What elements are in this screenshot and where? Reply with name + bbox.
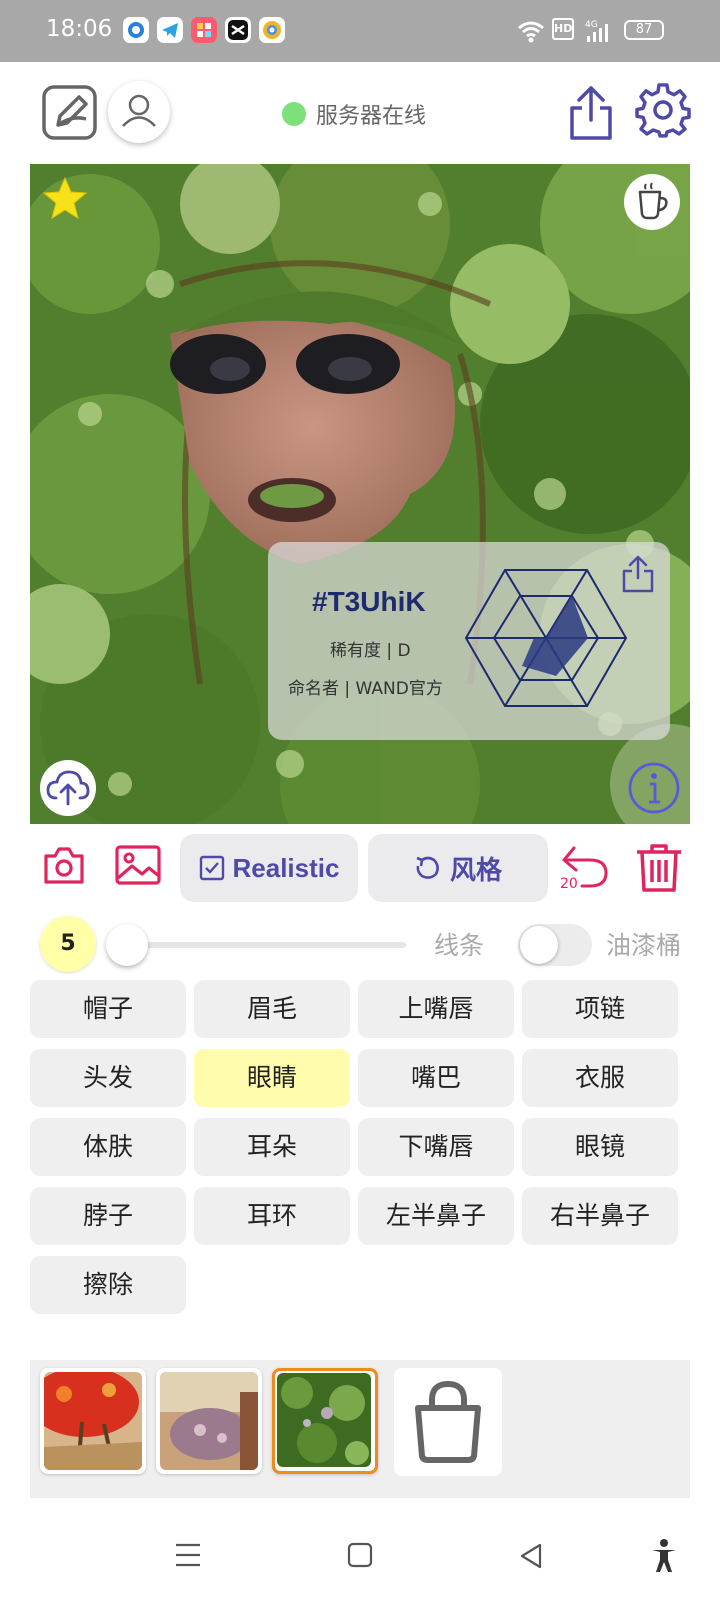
lines-label: 线条 [434, 931, 485, 960]
coffee-cup-button[interactable] [624, 174, 680, 230]
upload-button[interactable] [40, 760, 96, 816]
trash-icon[interactable] [634, 842, 684, 898]
action-row: Realistic 风格 20 [0, 832, 720, 904]
artwork-gallery [30, 1360, 690, 1498]
part-button-15[interactable]: 右半鼻子 [522, 1187, 678, 1245]
part-button-8[interactable]: 体肤 [30, 1118, 186, 1176]
undo-count: 20 [560, 876, 578, 892]
status-bar: 18:06 HD 4G 87 [0, 0, 720, 62]
gallery-image-icon[interactable] [114, 844, 162, 890]
part-button-4[interactable]: 头发 [30, 1049, 186, 1107]
part-button-11[interactable]: 眼镜 [522, 1118, 678, 1176]
user-icon [122, 94, 156, 127]
share-button[interactable] [566, 84, 616, 142]
svg-text:4G: 4G [585, 20, 598, 30]
part-button-9[interactable]: 耳朵 [194, 1118, 350, 1176]
battery-icon: 87 [624, 20, 664, 40]
part-button-12[interactable]: 脖子 [30, 1187, 186, 1245]
edit-icon[interactable] [42, 85, 97, 140]
hd-icon: HD [552, 18, 574, 40]
info-icon [628, 762, 680, 814]
server-status-dot [282, 102, 306, 126]
accessibility-icon[interactable] [650, 1538, 678, 1578]
telegram-icon [157, 17, 183, 43]
style-label: 风格 [449, 855, 502, 886]
checkbox-icon [199, 855, 224, 881]
info-button[interactable] [626, 760, 682, 816]
radar-chart-icon [464, 566, 628, 714]
part-button-2[interactable]: 上嘴唇 [358, 980, 514, 1038]
user-profile-button[interactable] [108, 81, 170, 143]
part-button-10[interactable]: 下嘴唇 [358, 1118, 514, 1176]
top-toolbar: 服务器在线 [0, 62, 720, 162]
green-forest-thumbnail[interactable] [272, 1368, 378, 1474]
paint-bucket-toggle[interactable] [518, 924, 592, 966]
rotate-icon [416, 856, 439, 879]
toggle-knob [520, 926, 558, 964]
favorite-star-icon[interactable] [42, 176, 88, 224]
artwork-namer: 命名者 | WAND官方 [288, 679, 443, 699]
server-status-text: 服务器在线 [316, 104, 427, 129]
style-button[interactable]: 风格 [368, 834, 548, 902]
shop-button[interactable] [394, 1368, 502, 1476]
artwork-rarity: 稀有度 | D [330, 641, 411, 661]
artwork-info-card[interactable]: #T3UhiK 稀有度 | D 命名者 | WAND官方 [268, 542, 670, 740]
shopping-bag-icon [415, 1380, 481, 1463]
brush-size-slider[interactable] [126, 942, 406, 948]
signal-icon: 4G [583, 18, 613, 50]
textured-face-thumbnail[interactable] [156, 1368, 262, 1474]
part-button-16[interactable]: 擦除 [30, 1256, 186, 1314]
brush-size-slider-thumb[interactable] [106, 924, 148, 966]
part-button-7[interactable]: 衣服 [522, 1049, 678, 1107]
server-status: 服务器在线 [282, 98, 426, 130]
red-tree-thumbnail[interactable] [40, 1368, 146, 1474]
gear-icon [635, 83, 691, 138]
settings-button[interactable] [635, 82, 691, 138]
browser-app-icon [123, 17, 149, 43]
capcut-icon [225, 17, 251, 43]
coffee-cup-icon [638, 182, 668, 220]
artwork-id: #T3UhiK [312, 586, 426, 617]
back-triangle-icon[interactable] [518, 1542, 544, 1574]
cloud-upload-icon [46, 770, 90, 806]
drawing-canvas[interactable]: #T3UhiK 稀有度 | D 命名者 | WAND官方 [30, 164, 690, 824]
menu-icon[interactable] [174, 1542, 202, 1572]
part-button-6[interactable]: 嘴巴 [358, 1049, 514, 1107]
home-square-icon[interactable] [347, 1542, 373, 1572]
photo-app-icon [191, 17, 217, 43]
chrome-like-icon [259, 17, 285, 43]
part-button-0[interactable]: 帽子 [30, 980, 186, 1038]
camera-icon[interactable] [42, 844, 86, 890]
brush-size-indicator: 5 [40, 916, 96, 972]
wifi-icon [516, 18, 546, 48]
part-button-1[interactable]: 眉毛 [194, 980, 350, 1038]
status-time: 18:06 [46, 16, 113, 42]
paint-bucket-label: 油漆桶 [606, 931, 682, 960]
share-icon [570, 86, 612, 140]
brush-controls: 5 线条 油漆桶 [0, 912, 720, 972]
realistic-label: Realistic [232, 852, 340, 883]
part-button-13[interactable]: 耳环 [194, 1187, 350, 1245]
part-button-3[interactable]: 项链 [522, 980, 678, 1038]
realistic-toggle-button[interactable]: Realistic [180, 834, 358, 902]
part-button-5[interactable]: 眼睛 [194, 1049, 350, 1107]
part-button-14[interactable]: 左半鼻子 [358, 1187, 514, 1245]
system-nav-bar [0, 1510, 720, 1600]
